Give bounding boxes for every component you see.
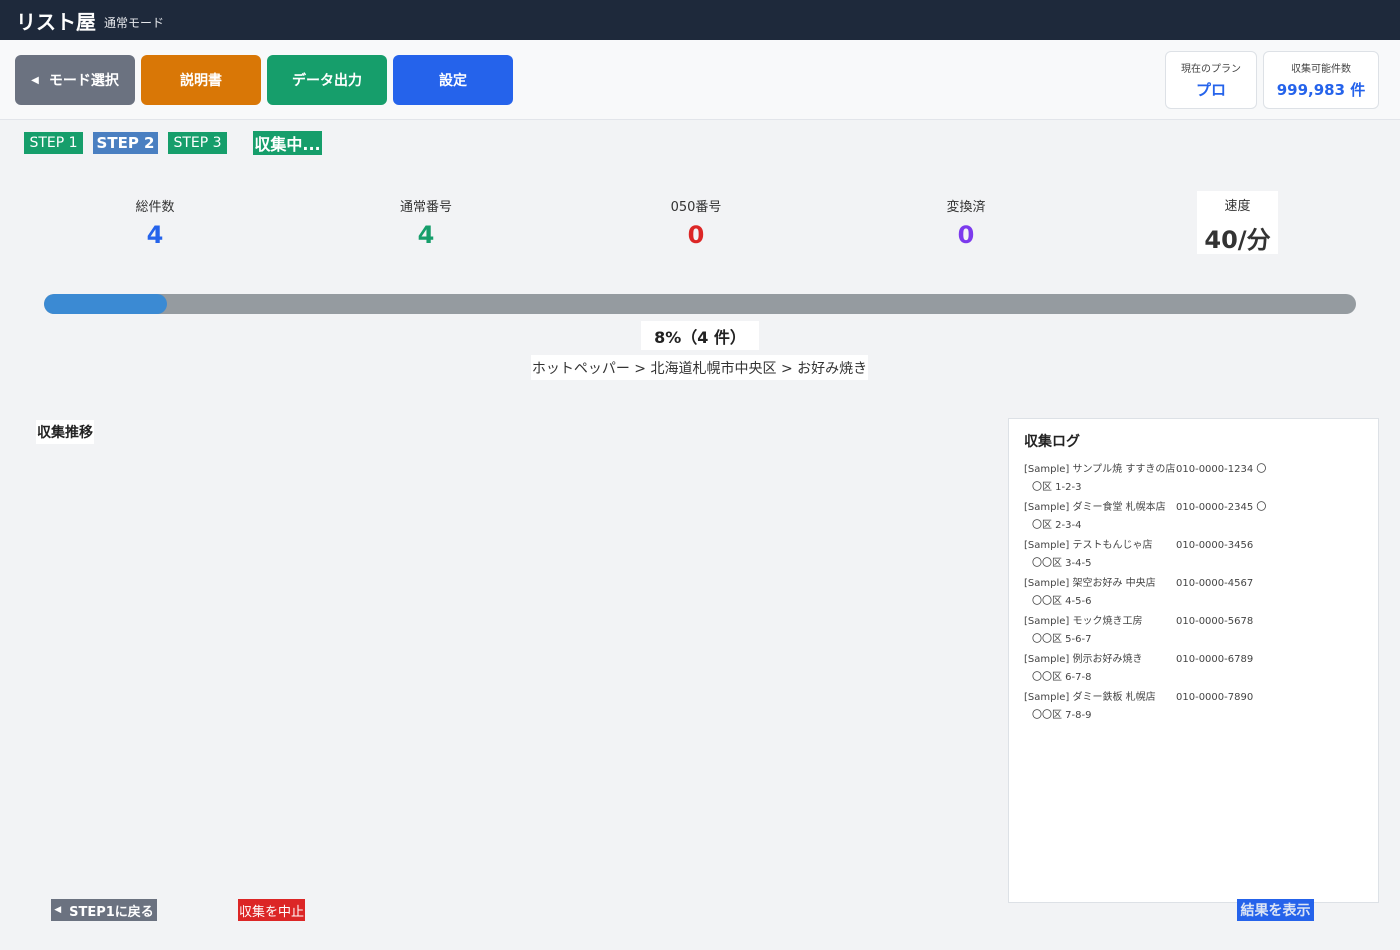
log-entry-address: 〇〇区 4-5-6 [1032, 596, 1092, 607]
export-button[interactable]: データ出力 [267, 55, 387, 105]
stat-converted: 変換済 0 [886, 192, 1046, 249]
manual-button[interactable]: 説明書 [141, 55, 261, 105]
stat-050-label: 050番号 [670, 200, 722, 215]
log-entry-name: [Sample] サンプル焼 すすきの店 [1024, 464, 1176, 475]
step-2-indicator: STEP 2 [93, 132, 158, 154]
log-entry-phone: 010-0000-2345 〇 [1176, 502, 1267, 513]
log-entry: [Sample] ダミー鉄板 札幌店 010-0000-7890 〇〇区 7-8-9 [1024, 689, 1369, 727]
stop-collection-button[interactable]: 収集を中止 [238, 899, 305, 921]
log-entry: [Sample] サンプル焼 すすきの店010-0000-1234 〇〇区 1-… [1024, 461, 1369, 499]
settings-button[interactable]: 設定 [393, 55, 513, 105]
stat-total-label: 総件数 [135, 200, 175, 215]
chart-title: 収集推移 [36, 420, 94, 444]
quota-label: 収集可能件数 [1291, 64, 1351, 75]
back-to-step1-button[interactable]: ◀ STEP1に戻る [51, 899, 157, 921]
log-entry-address: 〇〇区 6-7-8 [1032, 672, 1092, 683]
stat-normal-value: 4 [417, 221, 435, 249]
log-entry-phone: 010-0000-6789 [1176, 654, 1254, 665]
plan-info: 現在のプラン プロ [1165, 51, 1257, 109]
log-entry-phone: 010-0000-5678 [1176, 616, 1254, 627]
log-title: 収集ログ [1024, 434, 1080, 450]
stat-050-value: 0 [687, 221, 705, 249]
stat-speed-label: 速度 [1224, 199, 1251, 214]
quota-value: 999,983 件 [1276, 81, 1366, 99]
log-entry-phone: 010-0000-1234 〇 [1176, 464, 1267, 475]
log-entry: [Sample] 例示お好み焼き 010-0000-6789 〇〇区 6-7-8 [1024, 651, 1369, 689]
plan-label: 現在のプラン [1181, 64, 1241, 75]
progress-bar-fill [44, 294, 167, 314]
app-title: リスト屋 [16, 9, 96, 34]
step-3-indicator: STEP 3 [168, 132, 227, 154]
log-entry-name: [Sample] 架空お好み 中央店 [1024, 578, 1156, 589]
quota-info: 収集可能件数 999,983 件 [1263, 51, 1379, 109]
breadcrumb: ホットペッパー > 北海道札幌市中央区 > お好み焼き [531, 355, 868, 380]
progress-bar [44, 294, 1356, 314]
log-entry-address: 〇〇区 7-8-9 [1032, 710, 1092, 721]
log-entry-address: 〇区 1-2-3 [1032, 482, 1082, 493]
stat-normal: 通常番号 4 [346, 192, 506, 249]
log-entry-name: [Sample] ダミー鉄板 札幌店 [1024, 692, 1156, 703]
log-entry-name: [Sample] ダミー食堂 札幌本店 [1024, 502, 1166, 513]
stat-normal-label: 通常番号 [399, 200, 452, 215]
back-to-step1-label: STEP1に戻る [69, 904, 154, 920]
stat-converted-label: 変換済 [946, 200, 986, 215]
log-entry: [Sample] 架空お好み 中央店 010-0000-4567 〇〇区 4-5-6 [1024, 575, 1369, 613]
log-panel[interactable]: 収集ログ [Sample] サンプル焼 すすきの店010-0000-1234 〇… [1008, 418, 1379, 903]
title-bar: リスト屋 通常モード [0, 0, 1400, 40]
log-entry-name: [Sample] 例示お好み焼き [1024, 654, 1143, 665]
log-entry-address: 〇〇区 3-4-5 [1032, 558, 1092, 569]
log-entry: [Sample] ダミー食堂 札幌本店 010-0000-2345 〇〇区 2-3… [1024, 499, 1369, 537]
stat-speed-value: 40/分 [1204, 226, 1271, 254]
log-entries: [Sample] サンプル焼 すすきの店010-0000-1234 〇〇区 1-… [1024, 461, 1369, 727]
plan-value: プロ [1195, 81, 1226, 99]
log-entry-address: 〇区 2-3-4 [1032, 520, 1082, 531]
progress-text: 8%（4 件） [641, 321, 759, 350]
stat-total-value: 4 [146, 221, 164, 249]
log-entry-phone: 010-0000-3456 [1176, 540, 1254, 551]
step-1-indicator: STEP 1 [24, 132, 83, 154]
log-entry-name: [Sample] テストもんじゃ店 [1024, 540, 1153, 551]
log-entry-address: 〇〇区 5-6-7 [1032, 634, 1092, 645]
log-entry-phone: 010-0000-4567 [1176, 578, 1254, 589]
log-entry-phone: 010-0000-7890 [1176, 692, 1254, 703]
log-entry: [Sample] テストもんじゃ店 010-0000-3456 〇〇区 3-4-5 [1024, 537, 1369, 575]
mode-select-label: モード選択 [48, 73, 119, 89]
log-entry: [Sample] モック焼き工房 010-0000-5678 〇〇区 5-6-7 [1024, 613, 1369, 651]
stat-speed: 速度 40/分 [1197, 191, 1278, 254]
log-entry-name: [Sample] モック焼き工房 [1024, 616, 1143, 627]
back-triangle-icon: ◀ [54, 905, 62, 915]
stat-050: 050番号 0 [616, 192, 776, 249]
stat-total: 総件数 4 [75, 192, 235, 249]
back-triangle-icon: ◀ [31, 74, 39, 86]
toolbar: ◀ モード選択 説明書 データ出力 設定 現在のプラン プロ 収集可能件数 99… [0, 40, 1400, 120]
collecting-status: 収集中... [253, 131, 322, 155]
stat-converted-value: 0 [957, 221, 975, 249]
show-results-button[interactable]: 結果を表示 [1237, 899, 1314, 921]
app-mode-label: 通常モード [104, 15, 165, 30]
mode-select-button[interactable]: ◀ モード選択 [15, 55, 135, 105]
